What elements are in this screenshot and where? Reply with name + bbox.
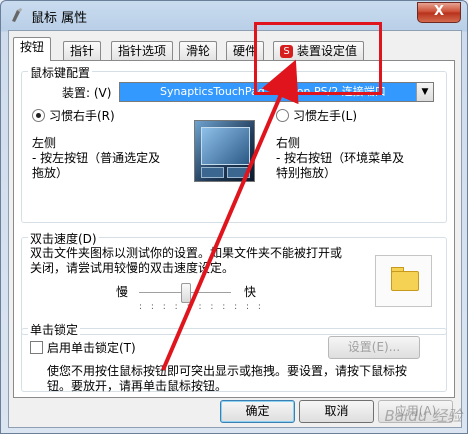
tab-buttons[interactable]: 按钮 [13, 37, 52, 61]
annotation-arrow [161, 59, 299, 371]
watermark: Baidu 经验 [384, 407, 462, 425]
